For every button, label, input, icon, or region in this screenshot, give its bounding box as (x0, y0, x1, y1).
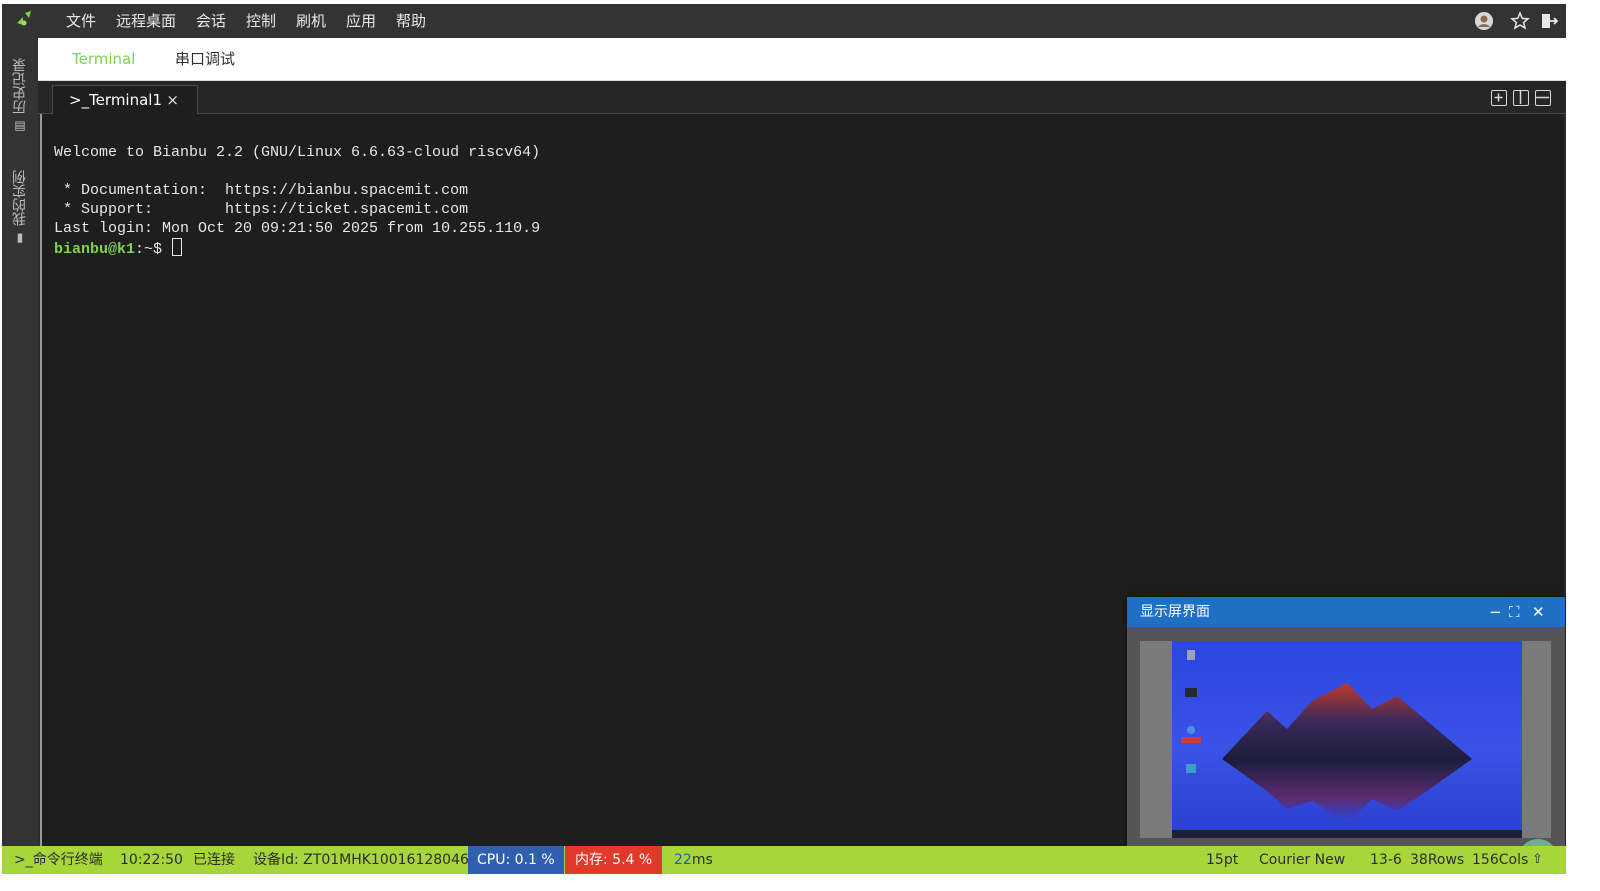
remote-screen-preview[interactable] (1140, 641, 1558, 874)
expand-up-icon[interactable]: ⇧ (1532, 846, 1543, 874)
browser-icon[interactable] (1180, 723, 1202, 745)
history-icon: ▤ (13, 120, 27, 134)
menu-apps[interactable]: 应用 (346, 4, 376, 38)
bar-chart-icon: ▮ (13, 232, 27, 246)
prompt-path: :~$ (135, 241, 163, 258)
status-cols: 156Cols (1472, 852, 1529, 868)
split-vertical-icon[interactable] (1513, 90, 1529, 106)
app-window: 文件 远程桌面 会话 控制 刷机 应用 帮助 ▤ 历史记录 ▮ 我的实例 Ter… (2, 4, 1566, 874)
terminal-line: * Documentation: https://bianbu.spacemit… (54, 182, 469, 199)
menu-session[interactable]: 会话 (196, 4, 226, 38)
logout-icon[interactable] (1539, 11, 1559, 31)
maximize-icon[interactable]: ⛶ (1509, 597, 1520, 627)
tab-serial-debug[interactable]: 串口调试 (175, 38, 235, 81)
mountain-wallpaper-icon (1222, 683, 1472, 823)
rail-instances[interactable]: ▮ 我的实例 (2, 162, 38, 246)
computer-icon[interactable] (1180, 685, 1202, 707)
terminal-line: Last login: Mon Oct 20 09:21:50 2025 fro… (54, 220, 541, 237)
terminal-cursor (172, 238, 183, 256)
display-window: 显示屏界面 − ⛶ ✕ (1127, 597, 1565, 874)
rail-history-label: 历史记录 (12, 58, 28, 114)
remote-desktop-image (1172, 641, 1522, 838)
terminal-tab-1[interactable]: >_Terminal1 × (52, 85, 198, 115)
trash-icon[interactable] (1180, 647, 1202, 669)
terminal-output: Welcome to Bianbu 2.2 (GNU/Linux 6.6.63-… (54, 143, 540, 259)
avatar-icon[interactable] (1474, 11, 1494, 31)
status-cpu: CPU: 0.1 % (468, 846, 564, 874)
close-tab-icon[interactable]: × (166, 86, 179, 115)
tab-terminal[interactable]: Terminal (72, 38, 135, 81)
status-bar: >_命令行终端 10:22:50 已连接 设备Id: ZT01MHK100161… (2, 846, 1566, 874)
star-icon[interactable] (1510, 11, 1530, 31)
status-cursor-position: 13-6 (1370, 852, 1402, 868)
status-rows: 38Rows (1410, 852, 1465, 868)
terminal-line: * Support: https://ticket.spacemit.com (54, 201, 469, 218)
status-font-size[interactable]: 15pt (1206, 846, 1238, 874)
mode-tabs: Terminal 串口调试 (38, 38, 1566, 81)
status-font-name[interactable]: Courier New (1259, 846, 1345, 874)
menu-flash[interactable]: 刷机 (296, 4, 326, 38)
menu-control[interactable]: 控制 (246, 4, 276, 38)
remote-taskbar (1172, 830, 1522, 838)
menu-bar: 文件 远程桌面 会话 控制 刷机 应用 帮助 (2, 4, 1566, 38)
terminal-prompt-line: bianbu@k1:~$ (54, 238, 540, 259)
status-time: 10:22:50 (120, 852, 183, 868)
display-window-title: 显示屏界面 (1140, 604, 1210, 620)
terminal-tab-label: >_Terminal1 (69, 91, 163, 109)
minimize-icon[interactable]: − (1489, 597, 1502, 627)
rail-history[interactable]: ▤ 历史记录 (2, 44, 38, 134)
terminal-line: Welcome to Bianbu 2.2 (GNU/Linux 6.6.63-… (54, 144, 541, 161)
split-horizontal-icon[interactable] (1535, 90, 1551, 106)
status-ping-value: 22 (674, 852, 692, 868)
terminal-tab-strip: >_Terminal1 × (38, 81, 1566, 115)
status-device-id: 设备Id: ZT01MHK1001612804659 (253, 852, 487, 868)
rail-instances-label: 我的实例 (12, 170, 28, 226)
add-pane-icon[interactable] (1491, 90, 1507, 106)
status-ping-unit: ms (691, 852, 713, 868)
status-memory: 内存: 5.4 % (565, 846, 663, 874)
menu-help[interactable]: 帮助 (396, 4, 426, 38)
side-rail: ▤ 历史记录 ▮ 我的实例 (2, 38, 38, 846)
close-icon[interactable]: ✕ (1532, 597, 1545, 627)
status-connection: 已连接 (193, 852, 235, 868)
app-shortcut-icon[interactable] (1180, 761, 1202, 783)
status-mode: >_命令行终端 (14, 852, 103, 868)
app-logo-icon (17, 11, 31, 26)
menu-file[interactable]: 文件 (66, 4, 96, 38)
menu-remote-desktop[interactable]: 远程桌面 (116, 4, 176, 38)
prompt-user: bianbu@k1 (54, 241, 136, 258)
status-ping: 22ms (674, 846, 713, 874)
